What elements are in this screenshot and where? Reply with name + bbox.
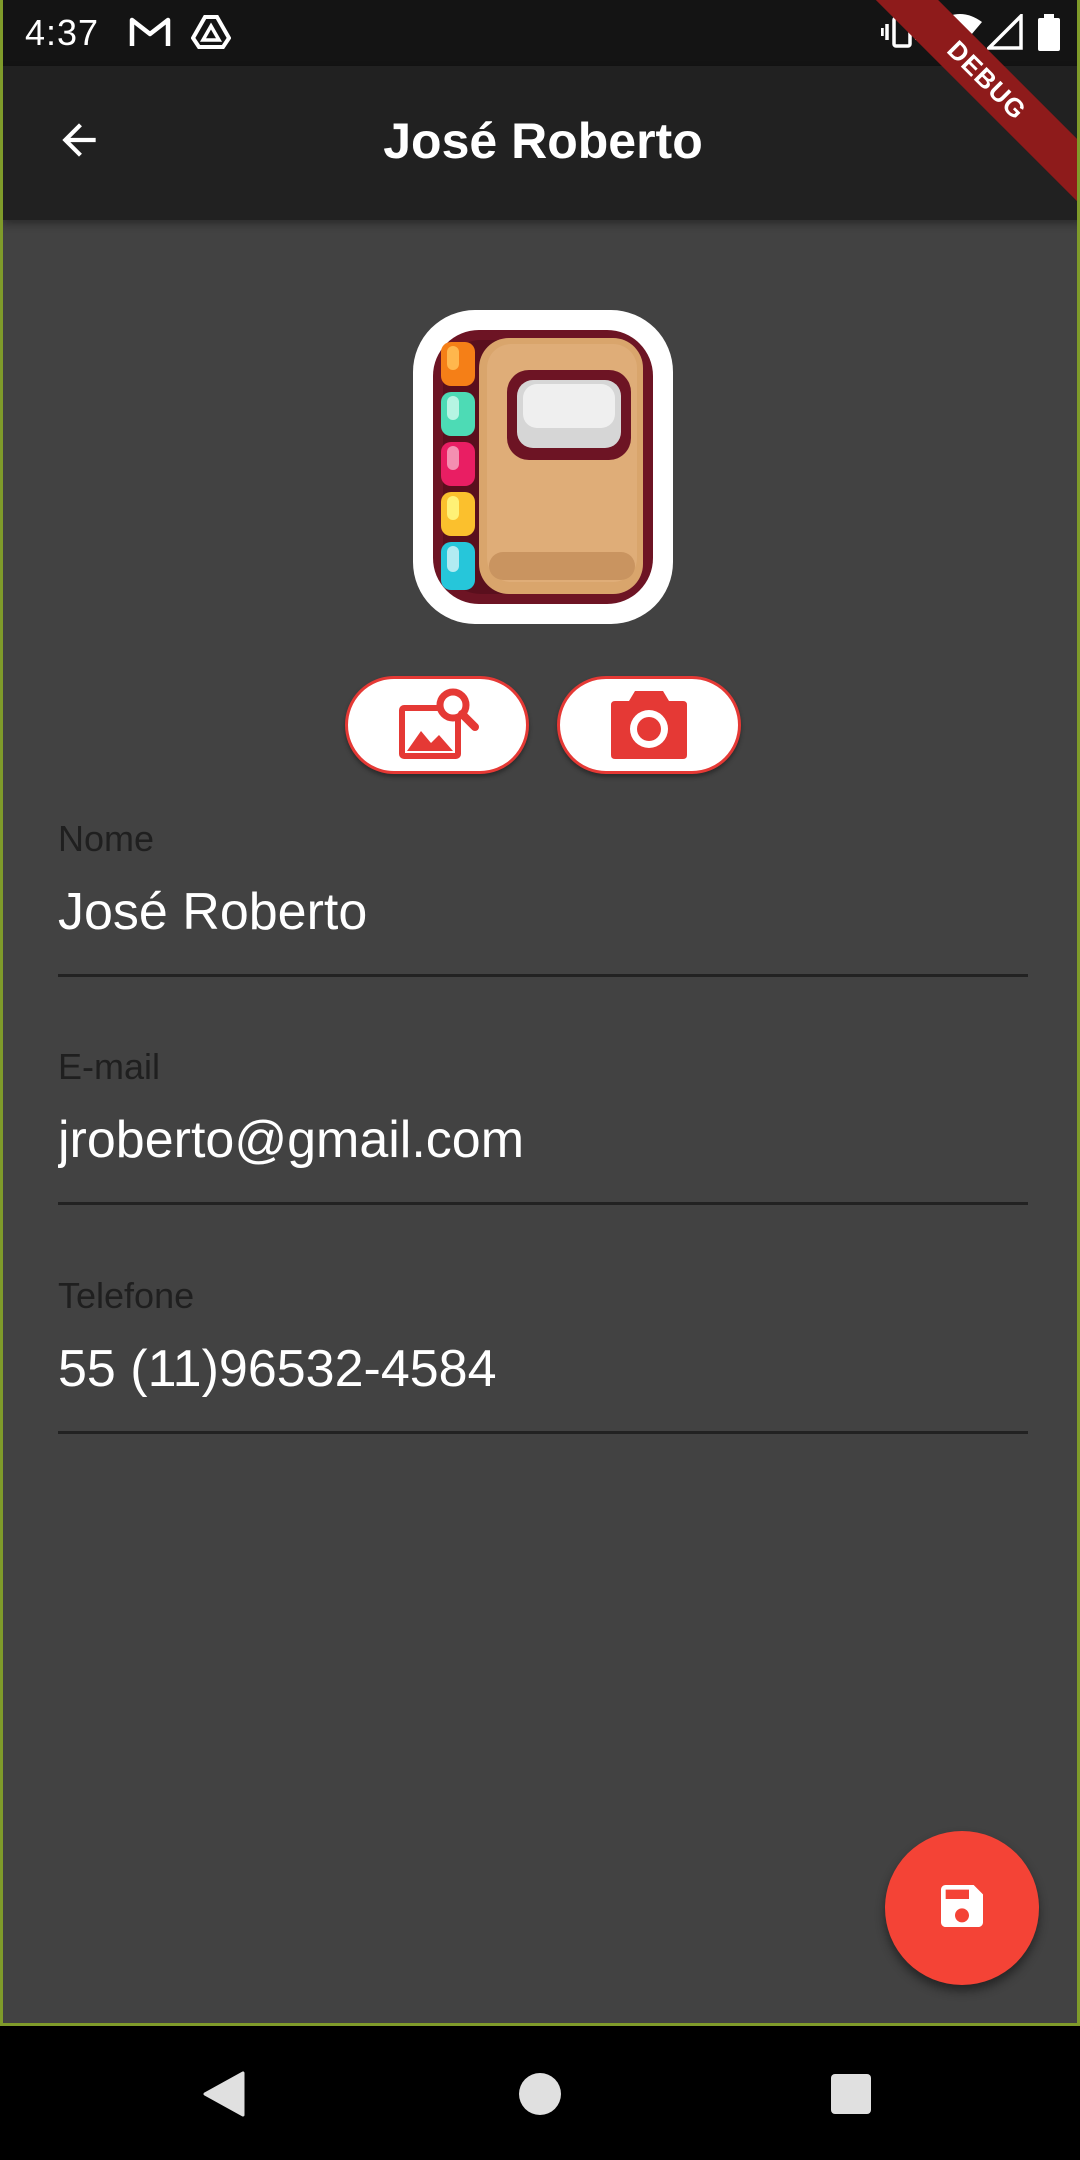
signal-icon [984, 11, 1023, 55]
nav-recents-button[interactable] [811, 2056, 891, 2136]
page-title: José Roberto [383, 113, 703, 169]
gmail-icon [129, 14, 171, 55]
name-label: Nome [58, 818, 155, 859]
camera-icon [607, 685, 691, 766]
phone-underline [58, 1431, 1028, 1434]
nav-back-button[interactable] [184, 2056, 264, 2136]
email-underline [58, 1202, 1028, 1205]
app-bar: José Roberto [3, 66, 1077, 220]
navigation-bar [0, 2026, 1080, 2160]
home-circle-icon [518, 2072, 562, 2121]
save-icon [934, 1878, 990, 1939]
email-label: E-mail [58, 1046, 161, 1087]
phone-label: Telefone [58, 1275, 195, 1316]
gallery-button[interactable] [345, 676, 529, 774]
drive-icon [190, 14, 232, 55]
name-field: Nome [58, 818, 1028, 1018]
nav-home-button[interactable] [500, 2056, 580, 2136]
email-input[interactable] [58, 1110, 1028, 1170]
name-input[interactable] [58, 882, 1028, 942]
back-triangle-icon [201, 2069, 247, 2124]
name-underline [58, 974, 1028, 977]
contact-book-icon [413, 310, 673, 624]
phone-input[interactable] [58, 1339, 1028, 1399]
app-screen: 4:37 DEBUG José Roberto Nome José Robert… [0, 0, 1080, 2026]
image-search-icon [395, 683, 479, 768]
camera-button[interactable] [557, 676, 741, 774]
phone-field: Telefone [58, 1275, 1028, 1475]
contact-avatar[interactable] [411, 308, 675, 626]
battery-icon [1037, 14, 1061, 57]
save-button[interactable] [885, 1831, 1039, 1985]
status-time: 4:37 [25, 12, 100, 53]
email-field: E-mail [58, 1046, 1028, 1246]
recents-square-icon [830, 2073, 872, 2120]
